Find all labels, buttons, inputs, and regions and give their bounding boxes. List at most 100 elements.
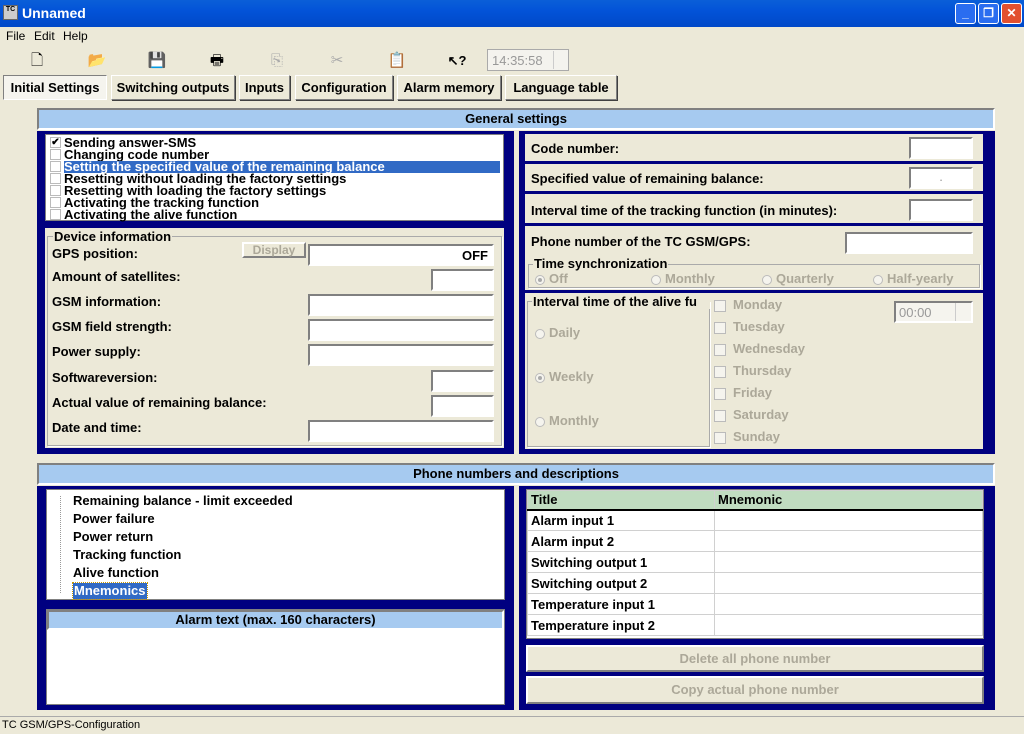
radio[interactable] xyxy=(762,274,772,285)
column-mnemonic[interactable]: Mnemonic xyxy=(714,490,983,511)
mnemonic-table[interactable]: Title Mnemonic Alarm input 1 Alarm input… xyxy=(526,489,984,639)
save-icon[interactable]: 💾 xyxy=(146,51,168,71)
tree-item[interactable]: Remaining balance - limit exceeded xyxy=(73,493,293,509)
general-left-panel: ✔ Sending answer-SMS Changing code number… xyxy=(37,131,514,454)
delete-all-phone-numbers-button[interactable]: Delete all phone number xyxy=(526,645,984,672)
menu-file[interactable]: File xyxy=(6,29,25,43)
tree-item[interactable]: Power return xyxy=(73,529,153,545)
tracking-interval-input[interactable] xyxy=(909,199,973,221)
close-button[interactable]: ✕ xyxy=(1001,3,1022,24)
tree-item[interactable]: Alive function xyxy=(73,565,159,581)
alive-time-spin-buttons[interactable] xyxy=(955,303,971,321)
checkbox-checked[interactable]: ✔ xyxy=(50,137,61,148)
alive-weekly[interactable]: Weekly xyxy=(535,369,594,384)
display-button[interactable]: Display xyxy=(242,242,306,258)
alive-interval-title: Interval time of the alive fu xyxy=(532,294,710,309)
table-row[interactable]: Temperature input 2 xyxy=(527,614,983,636)
menu-edit[interactable]: Edit xyxy=(34,29,55,43)
print-icon[interactable]: 🖶 xyxy=(206,51,228,71)
specified-balance-input[interactable]: . xyxy=(909,167,973,189)
radio[interactable] xyxy=(651,274,661,285)
tracking-interval-label: Interval time of the tracking function (… xyxy=(531,203,838,218)
device-info-panel: Device information GPS position: Display… xyxy=(45,228,504,448)
table-row[interactable]: Switching output 1 xyxy=(527,551,983,573)
checkbox[interactable] xyxy=(50,173,61,184)
checkbox[interactable] xyxy=(50,185,61,196)
mnemonic-cell[interactable] xyxy=(714,593,983,615)
open-folder-icon[interactable]: 📂 xyxy=(86,51,108,71)
time-spin-buttons[interactable] xyxy=(553,51,567,69)
event-tree[interactable]: Remaining balance - limit exceeded Power… xyxy=(46,489,505,600)
tab-switching-outputs[interactable]: Switching outputs xyxy=(111,75,235,100)
mnemonic-cell[interactable] xyxy=(714,551,983,573)
day-wednesday[interactable]: Wednesday xyxy=(714,341,805,356)
satellites-field xyxy=(431,269,494,291)
day-saturday[interactable]: Saturday xyxy=(714,407,789,422)
mnemonic-cell[interactable] xyxy=(714,572,983,594)
paste-icon[interactable]: 📋 xyxy=(386,51,408,71)
checkbox[interactable] xyxy=(714,299,726,312)
radio[interactable] xyxy=(535,328,545,339)
tab-language-table[interactable]: Language table xyxy=(505,75,617,100)
checkbox[interactable] xyxy=(50,209,61,220)
checkbox[interactable] xyxy=(714,365,726,378)
radio[interactable] xyxy=(873,274,883,285)
table-row[interactable]: Switching output 2 xyxy=(527,572,983,594)
radio-selected[interactable] xyxy=(535,372,545,383)
context-help-icon[interactable]: ↖? xyxy=(446,51,468,71)
alarm-text-input[interactable] xyxy=(47,630,504,702)
day-thursday[interactable]: Thursday xyxy=(714,363,792,378)
tab-inputs[interactable]: Inputs xyxy=(239,75,290,100)
alive-daily[interactable]: Daily xyxy=(535,325,580,340)
tab-alarm-memory[interactable]: Alarm memory xyxy=(397,75,501,100)
table-row[interactable]: Alarm input 1 xyxy=(527,509,983,531)
alarm-text-box: Alarm text (max. 160 characters) xyxy=(46,609,505,705)
tab-configuration[interactable]: Configuration xyxy=(295,75,393,100)
sms-options-list[interactable]: ✔ Sending answer-SMS Changing code number… xyxy=(45,134,504,221)
table-row[interactable]: Alarm input 2 xyxy=(527,530,983,552)
mnemonic-cell[interactable] xyxy=(714,509,983,531)
column-title[interactable]: Title xyxy=(527,490,715,511)
menu-bar: File Edit Help xyxy=(0,28,1024,46)
tree-item-selected[interactable]: Mnemonics xyxy=(72,582,148,600)
new-file-icon[interactable]: 🗋 xyxy=(26,51,48,71)
code-number-input[interactable] xyxy=(909,137,973,159)
copy-icon[interactable]: ⎘ xyxy=(266,51,288,71)
checkbox[interactable] xyxy=(714,409,726,422)
cut-icon[interactable]: ✂ xyxy=(326,51,348,71)
time-spinner[interactable]: 14:35:58 xyxy=(487,49,569,71)
mnemonic-cell[interactable] xyxy=(714,530,983,552)
checkbox[interactable] xyxy=(714,343,726,356)
radio-selected[interactable] xyxy=(535,274,545,285)
tree-item[interactable]: Tracking function xyxy=(73,547,181,563)
time-sync-quarterly[interactable]: Quarterly xyxy=(762,271,834,286)
day-monday[interactable]: Monday xyxy=(714,297,782,312)
tab-initial-settings[interactable]: Initial Settings xyxy=(3,75,107,100)
checkbox[interactable] xyxy=(714,387,726,400)
copy-actual-phone-number-button[interactable]: Copy actual phone number xyxy=(526,676,984,704)
time-sync-monthly[interactable]: Monthly xyxy=(651,271,715,286)
day-friday[interactable]: Friday xyxy=(714,385,772,400)
checkbox[interactable] xyxy=(714,431,726,444)
radio[interactable] xyxy=(535,416,545,427)
restore-button[interactable]: ❐ xyxy=(978,3,999,24)
mnemonic-cell[interactable] xyxy=(714,614,983,636)
specified-balance-label: Specified value of remaining balance: xyxy=(531,171,764,186)
checkbox[interactable] xyxy=(50,197,61,208)
alive-time-spinner[interactable]: 00:00 xyxy=(894,301,973,323)
sms-option[interactable]: Activating the alive function xyxy=(50,208,237,221)
menu-help[interactable]: Help xyxy=(63,29,88,43)
checkbox[interactable] xyxy=(714,321,726,334)
checkbox[interactable] xyxy=(50,149,61,160)
day-tuesday[interactable]: Tuesday xyxy=(714,319,785,334)
day-sunday[interactable]: Sunday xyxy=(714,429,780,444)
time-sync-off[interactable]: Off xyxy=(535,271,568,286)
time-sync-half-yearly[interactable]: Half-yearly xyxy=(873,271,953,286)
tree-item[interactable]: Power failure xyxy=(73,511,155,527)
app-icon: TC xyxy=(3,5,18,20)
alive-monthly[interactable]: Monthly xyxy=(535,413,599,428)
table-row[interactable]: Temperature input 1 xyxy=(527,593,983,615)
minimize-button[interactable]: _ xyxy=(955,3,976,24)
phone-number-input[interactable] xyxy=(845,232,973,254)
checkbox[interactable] xyxy=(50,161,61,172)
